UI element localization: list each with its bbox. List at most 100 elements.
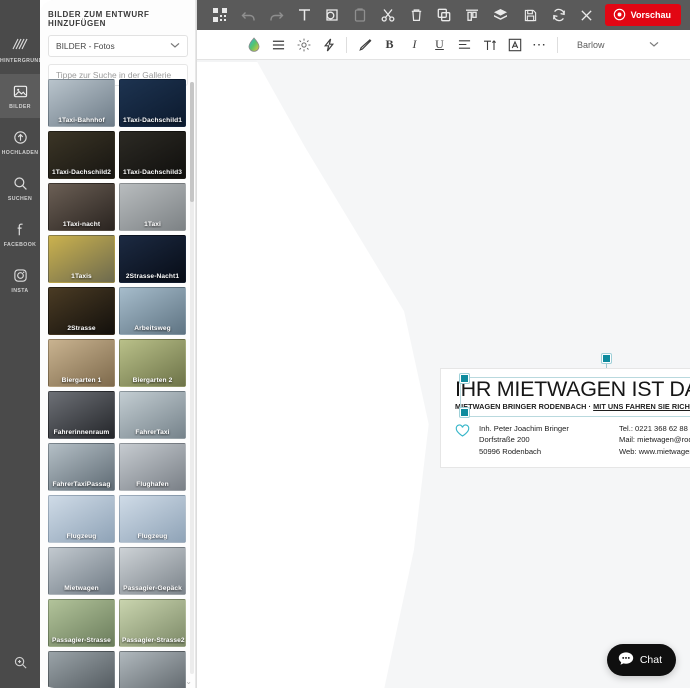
- design-canvas[interactable]: IHR MIETWAGEN IST DA! MIETWAGEN BRINGER …: [197, 60, 690, 688]
- sidebar-item-label: SUCHEN: [7, 196, 33, 203]
- chevron-down-icon[interactable]: ⌄: [185, 677, 192, 686]
- gallery-thumbnail[interactable]: 2Strasse: [48, 287, 115, 335]
- zoom-control-button[interactable]: [0, 650, 40, 680]
- qr-icon[interactable]: [206, 2, 234, 28]
- underline-icon[interactable]: U: [427, 33, 452, 57]
- duplicate-icon[interactable]: [430, 2, 458, 28]
- gallery-thumbnail[interactable]: Flughafen: [119, 443, 186, 491]
- chat-bubble-icon: [618, 651, 634, 669]
- font-family-select[interactable]: Barlow: [569, 34, 665, 56]
- gallery-thumbnail[interactable]: Passagier-Strasse2: [119, 599, 186, 647]
- gallery-thumbnail[interactable]: 1Taxi-Dachschild2: [48, 131, 115, 179]
- shape-icon[interactable]: [318, 2, 346, 28]
- sidebar-item-hochladen[interactable]: HOCHLADEN: [0, 120, 40, 164]
- save-icon[interactable]: [517, 2, 545, 28]
- gallery-thumbnail[interactable]: [119, 651, 186, 688]
- sidebar-item-insta[interactable]: INSTA: [0, 258, 40, 302]
- card-web: Web: www.mietwagen-rodenbach.de: [619, 447, 690, 457]
- font-size-icon[interactable]: [477, 33, 502, 57]
- brightness-icon[interactable]: [291, 33, 316, 57]
- panel-scrollbar[interactable]: [190, 82, 194, 674]
- card-city: 50996 Rodenbach: [479, 447, 542, 457]
- selection-handle-top-left[interactable]: [460, 374, 469, 383]
- gallery-thumbnail-label: 1Taxis: [71, 273, 92, 280]
- align-icon[interactable]: [458, 2, 486, 28]
- card-subline[interactable]: MIETWAGEN BRINGER RODENBACH · MIT UNS FA…: [455, 402, 690, 411]
- align-left-icon[interactable]: [452, 33, 477, 57]
- gallery-thumbnail[interactable]: 1Taxi: [119, 183, 186, 231]
- card-left-column: IHR MIETWAGEN IST DA! MIETWAGEN BRINGER …: [455, 378, 690, 458]
- sidebar-item-facebook[interactable]: FACEBOOK: [0, 212, 40, 256]
- gallery-thumbnail[interactable]: Flugzeug: [119, 495, 186, 543]
- gallery-thumbnail[interactable]: Fahrerinnenraum: [48, 391, 115, 439]
- gallery-thumbnail-label: Passagier-Strasse: [52, 637, 111, 644]
- sidebar-item-hintergrund[interactable]: HINTERGRUND: [0, 28, 40, 72]
- gallery-thumbnail[interactable]: Passagier-Strasse: [48, 599, 115, 647]
- gallery-thumbnail[interactable]: 1Taxi-nacht: [48, 183, 115, 231]
- gallery-thumbnail-label: FahrerTaxi: [135, 429, 170, 436]
- gallery-thumbnail[interactable]: Passagier-Gepäck: [119, 547, 186, 595]
- preview-button[interactable]: Vorschau: [604, 4, 681, 26]
- gallery-thumbnail-label: FahrerTaxiPassag: [52, 481, 111, 488]
- magnifier-icon: [13, 655, 28, 675]
- layers-icon[interactable]: [486, 2, 514, 28]
- gallery-thumbnail-label: Passagier-Strasse2: [122, 637, 185, 644]
- selection-handle-bottom-left[interactable]: [460, 408, 469, 417]
- business-card-artwork[interactable]: IHR MIETWAGEN IST DA! MIETWAGEN BRINGER …: [440, 368, 690, 468]
- gallery-thumbnail[interactable]: 1Taxi-Dachschild1: [119, 79, 186, 127]
- more-icon[interactable]: ⋯: [527, 33, 552, 57]
- delete-icon[interactable]: [402, 2, 430, 28]
- refresh-icon[interactable]: [545, 2, 573, 28]
- sidebar-item-bilder[interactable]: BILDER: [0, 74, 40, 118]
- text-box-icon[interactable]: [502, 33, 527, 57]
- chevron-down-icon: [649, 40, 659, 50]
- gallery-thumbnail[interactable]: FahrerTaxi: [119, 391, 186, 439]
- upload-cloud-icon: [12, 128, 29, 148]
- card-mail: Mail: mietwagen@rodenbach.de: [619, 435, 690, 445]
- bold-icon[interactable]: B: [377, 33, 402, 57]
- sidebar-item-label: FACEBOOK: [3, 242, 37, 249]
- gallery-thumbnail[interactable]: 1Taxis: [48, 235, 115, 283]
- gallery-thumbnail[interactable]: Flugzeug: [48, 495, 115, 543]
- sidebar-item-label: HINTERGRUND: [0, 58, 40, 65]
- italic-icon[interactable]: I: [402, 33, 427, 57]
- gallery-thumbnail-label: 1Taxi-Bahnhof: [58, 117, 105, 124]
- color-drop-icon[interactable]: [241, 33, 266, 57]
- gallery-thumbnail[interactable]: 1Taxi-Bahnhof: [48, 79, 115, 127]
- undo-icon[interactable]: [234, 2, 262, 28]
- card-contact-block: Inh. Peter Joachim Bringer Dorfstraße 20…: [455, 423, 690, 458]
- gallery-thumbnail-label: Fahrerinnenraum: [53, 429, 110, 436]
- effects-icon[interactable]: [316, 33, 341, 57]
- line-height-icon[interactable]: [266, 33, 291, 57]
- gallery-thumbnail[interactable]: Arbeitsweg: [119, 287, 186, 335]
- gallery-thumbnail[interactable]: [48, 651, 115, 688]
- gallery-thumbnail[interactable]: Biergarten 2: [119, 339, 186, 387]
- gallery-thumbnail[interactable]: 1Taxi-Dachschild3: [119, 131, 186, 179]
- gallery-thumbnail[interactable]: 2Strasse-Nacht1: [119, 235, 186, 283]
- gallery-thumbnail-label: 1Taxi-Dachschild1: [122, 117, 183, 124]
- paste-icon[interactable]: [346, 2, 374, 28]
- pen-icon[interactable]: [352, 33, 377, 57]
- gallery-thumbnail-label: Biergarten 2: [132, 377, 173, 384]
- gallery-thumbnail-label: Flugzeug: [137, 533, 168, 540]
- gallery-thumbnail[interactable]: FahrerTaxiPassag: [48, 443, 115, 491]
- sidebar-item-label: HOCHLADEN: [1, 150, 39, 157]
- gallery-thumbnail-label: 1Taxi: [144, 221, 161, 228]
- sidebar-item-suchen[interactable]: SUCHEN: [0, 166, 40, 210]
- card-street: Dorfstraße 200: [479, 435, 530, 445]
- close-icon[interactable]: [573, 2, 601, 28]
- gallery-thumbnail-label: Mietwagen: [64, 585, 99, 592]
- text-icon[interactable]: [290, 2, 318, 28]
- gallery-thumbnail-label: 2Strasse: [67, 325, 96, 332]
- card-headline[interactable]: IHR MIETWAGEN IST DA!: [455, 378, 690, 401]
- gallery-thumbnail[interactable]: Mietwagen: [48, 547, 115, 595]
- redo-icon[interactable]: [262, 2, 290, 28]
- heart-icon: [455, 423, 471, 443]
- eye-icon: [613, 8, 626, 23]
- chat-button[interactable]: Chat: [606, 644, 676, 676]
- rotate-handle[interactable]: [602, 354, 611, 363]
- pattern-icon: [12, 36, 28, 56]
- gallery-thumbnail[interactable]: Biergarten 1: [48, 339, 115, 387]
- category-select[interactable]: BILDER - Fotos: [48, 35, 188, 57]
- cut-icon[interactable]: [374, 2, 402, 28]
